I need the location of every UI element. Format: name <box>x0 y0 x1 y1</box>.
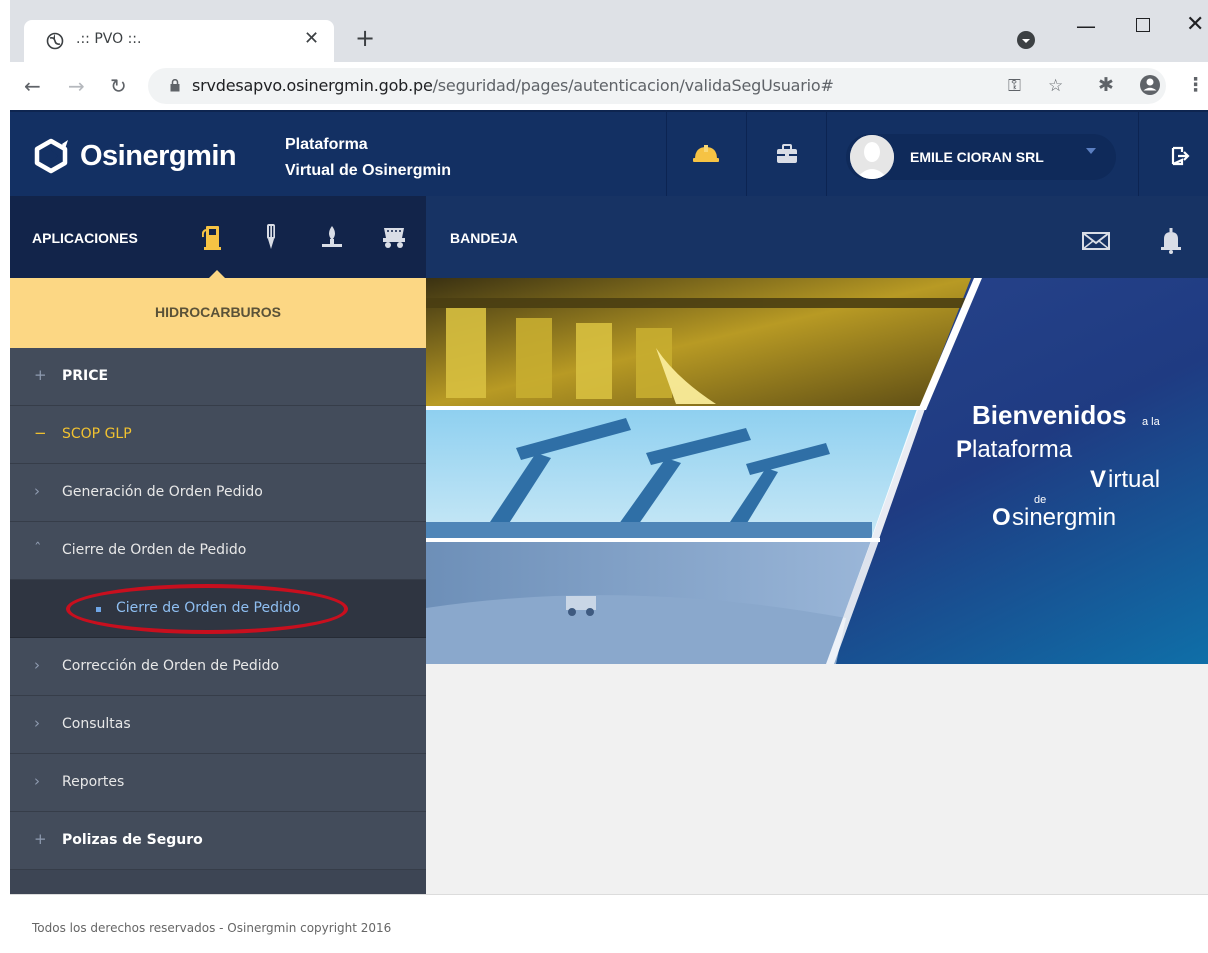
sidebar-item-correccion-orden-pedido[interactable]: › Corrección de Orden de Pedido <box>10 638 426 696</box>
briefcase-icon[interactable] <box>776 144 798 164</box>
active-app-indicator <box>209 270 225 278</box>
key-icon[interactable]: ⚿ <box>1008 76 1021 96</box>
main-content-area <box>426 664 1208 894</box>
window-frame <box>0 0 10 953</box>
address-bar[interactable]: srvdesapvo.osinergmin.gob.pe/seguridad/p… <box>148 68 1166 104</box>
lock-icon <box>170 79 180 92</box>
bell-icon[interactable] <box>1160 228 1182 254</box>
profile-icon[interactable] <box>1138 73 1162 97</box>
sidebar: HIDROCARBUROS + PRICE − SCOP GLP › Gener… <box>10 278 426 894</box>
chevron-right-icon: › <box>34 772 40 790</box>
back-icon[interactable]: ← <box>24 74 41 98</box>
globe-icon <box>46 32 64 50</box>
new-tab-button[interactable]: + <box>350 24 380 52</box>
applications-label: APLICACIONES <box>32 230 138 246</box>
caret-down-icon[interactable] <box>1086 148 1096 154</box>
welcome-initial-v: V <box>1090 466 1107 493</box>
user-menu[interactable]: EMILE CIORAN SRL <box>846 134 1116 180</box>
url-path: /seguridad/pages/autenticacion/validaSeg… <box>432 76 834 95</box>
sidebar-item-cierre-orden-pedido[interactable]: ˆ Cierre de Orden de Pedido <box>10 522 426 580</box>
avatar <box>850 135 894 179</box>
header-divider <box>746 112 747 198</box>
menu-dots-icon[interactable]: ⋮ <box>1186 74 1205 96</box>
sidebar-item-reportes[interactable]: › Reportes <box>10 754 426 812</box>
browser-tabbar: .:: PVO ::. ✕ + — ✕ <box>10 0 1208 62</box>
sidebar-section-title: HIDROCARBUROS <box>10 278 426 348</box>
mail-icon[interactable] <box>1082 232 1110 250</box>
extensions-icon[interactable]: ✱ <box>1098 74 1114 96</box>
user-silhouette-icon <box>850 135 894 179</box>
maximize-icon[interactable] <box>1136 18 1150 32</box>
applications-bar: APLICACIONES <box>10 196 426 278</box>
chevron-right-icon: › <box>34 714 40 732</box>
sidebar-item-label: Generación de Orden Pedido <box>62 484 263 500</box>
sidebar-item-price[interactable]: + PRICE <box>10 348 426 406</box>
gas-flame-icon[interactable] <box>320 222 344 250</box>
header-divider <box>826 112 827 198</box>
welcome-line-osinergmin: sinergmin <box>1012 504 1117 531</box>
welcome-banner: Bienvenidos a la P lataforma V irtual de… <box>426 278 1208 664</box>
forward-icon[interactable]: → <box>68 74 85 98</box>
logout-icon[interactable] <box>1170 146 1190 166</box>
welcome-line-virtual: irtual <box>1108 466 1161 493</box>
welcome-line-a-la: a la <box>1142 416 1160 428</box>
inbox-label[interactable]: BANDEJA <box>450 230 518 246</box>
highlight-ring-annotation <box>66 584 348 634</box>
sidebar-item-scop-glp[interactable]: − SCOP GLP <box>10 406 426 464</box>
dam-photo-panel <box>426 278 971 406</box>
chevron-up-icon: ˆ <box>34 540 42 558</box>
sidebar-item-generacion-orden-pedido[interactable]: › Generación de Orden Pedido <box>10 464 426 522</box>
sidebar-item-polizas-de-seguro[interactable]: + Polizas de Seguro <box>10 812 426 870</box>
copyright-text: Todos los derechos reservados - Osinergm… <box>32 921 392 935</box>
collapse-minus-icon: − <box>34 424 47 442</box>
platform-title-line1: Plataforma <box>285 136 368 153</box>
sidebar-item-label: Corrección de Orden de Pedido <box>62 658 280 674</box>
star-icon[interactable]: ☆ <box>1048 76 1063 96</box>
expand-plus-icon: + <box>34 366 47 384</box>
tab-title: .:: PVO ::. <box>76 31 142 47</box>
sidebar-item-label: SCOP GLP <box>62 426 132 442</box>
sidebar-item-label: Cierre de Orden de Pedido <box>62 542 247 558</box>
chevron-right-icon: › <box>34 656 40 674</box>
header-divider <box>1138 112 1139 198</box>
sidebar-item-label: Reportes <box>62 774 125 790</box>
app-header: Osinergmin Plataforma Virtual de Osinerg… <box>10 110 1208 198</box>
header-divider <box>666 112 667 198</box>
browser-tab[interactable]: .:: PVO ::. ✕ <box>24 20 334 62</box>
chevron-right-icon: › <box>34 482 40 500</box>
reload-icon[interactable]: ↻ <box>110 74 127 98</box>
incognito-icon[interactable] <box>1016 30 1036 50</box>
welcome-initial-o: O <box>992 504 1011 531</box>
expand-plus-icon: + <box>34 830 47 848</box>
browser-toolbar: ← → ↻ srvdesapvo.osinergmin.gob.pe/segur… <box>10 62 1208 110</box>
platform-title-line2: Virtual de Osinergmin <box>285 162 451 179</box>
fuel-pump-icon[interactable] <box>202 222 224 250</box>
logo-text[interactable]: Osinergmin <box>80 140 237 173</box>
sidebar-item-label: PRICE <box>62 368 109 384</box>
sidebar-item-consultas[interactable]: › Consultas <box>10 696 426 754</box>
url-host: srvdesapvo.osinergmin.gob.pe <box>192 76 433 95</box>
sidebar-item-label: Polizas de Seguro <box>62 832 203 848</box>
osinergmin-logo-icon[interactable] <box>32 138 70 174</box>
footer: Todos los derechos reservados - Osinergm… <box>10 894 1208 953</box>
inbox-bar: BANDEJA <box>426 196 1208 278</box>
close-tab-icon[interactable]: ✕ <box>304 28 319 49</box>
user-name: EMILE CIORAN SRL <box>910 149 1044 165</box>
sidebar-section-title-text: HIDROCARBUROS <box>155 304 281 320</box>
welcome-line-plataforma: lataforma <box>972 436 1073 463</box>
electricity-icon[interactable] <box>264 222 278 250</box>
page: .:: PVO ::. ✕ + — ✕ ← → ↻ srvdesapvo.osi… <box>0 0 1208 953</box>
welcome-line-bienvenidos: Bienvenidos <box>972 400 1127 430</box>
url-text[interactable]: srvdesapvo.osinergmin.gob.pe/seguridad/p… <box>192 76 834 95</box>
helmet-icon[interactable] <box>693 144 719 164</box>
welcome-initial-p: P <box>956 436 973 463</box>
minimize-icon[interactable]: — <box>1076 14 1096 38</box>
sidebar-item-label: Consultas <box>62 716 131 732</box>
window-close-icon[interactable]: ✕ <box>1186 12 1204 37</box>
mining-truck-icon[interactable] <box>380 222 408 250</box>
